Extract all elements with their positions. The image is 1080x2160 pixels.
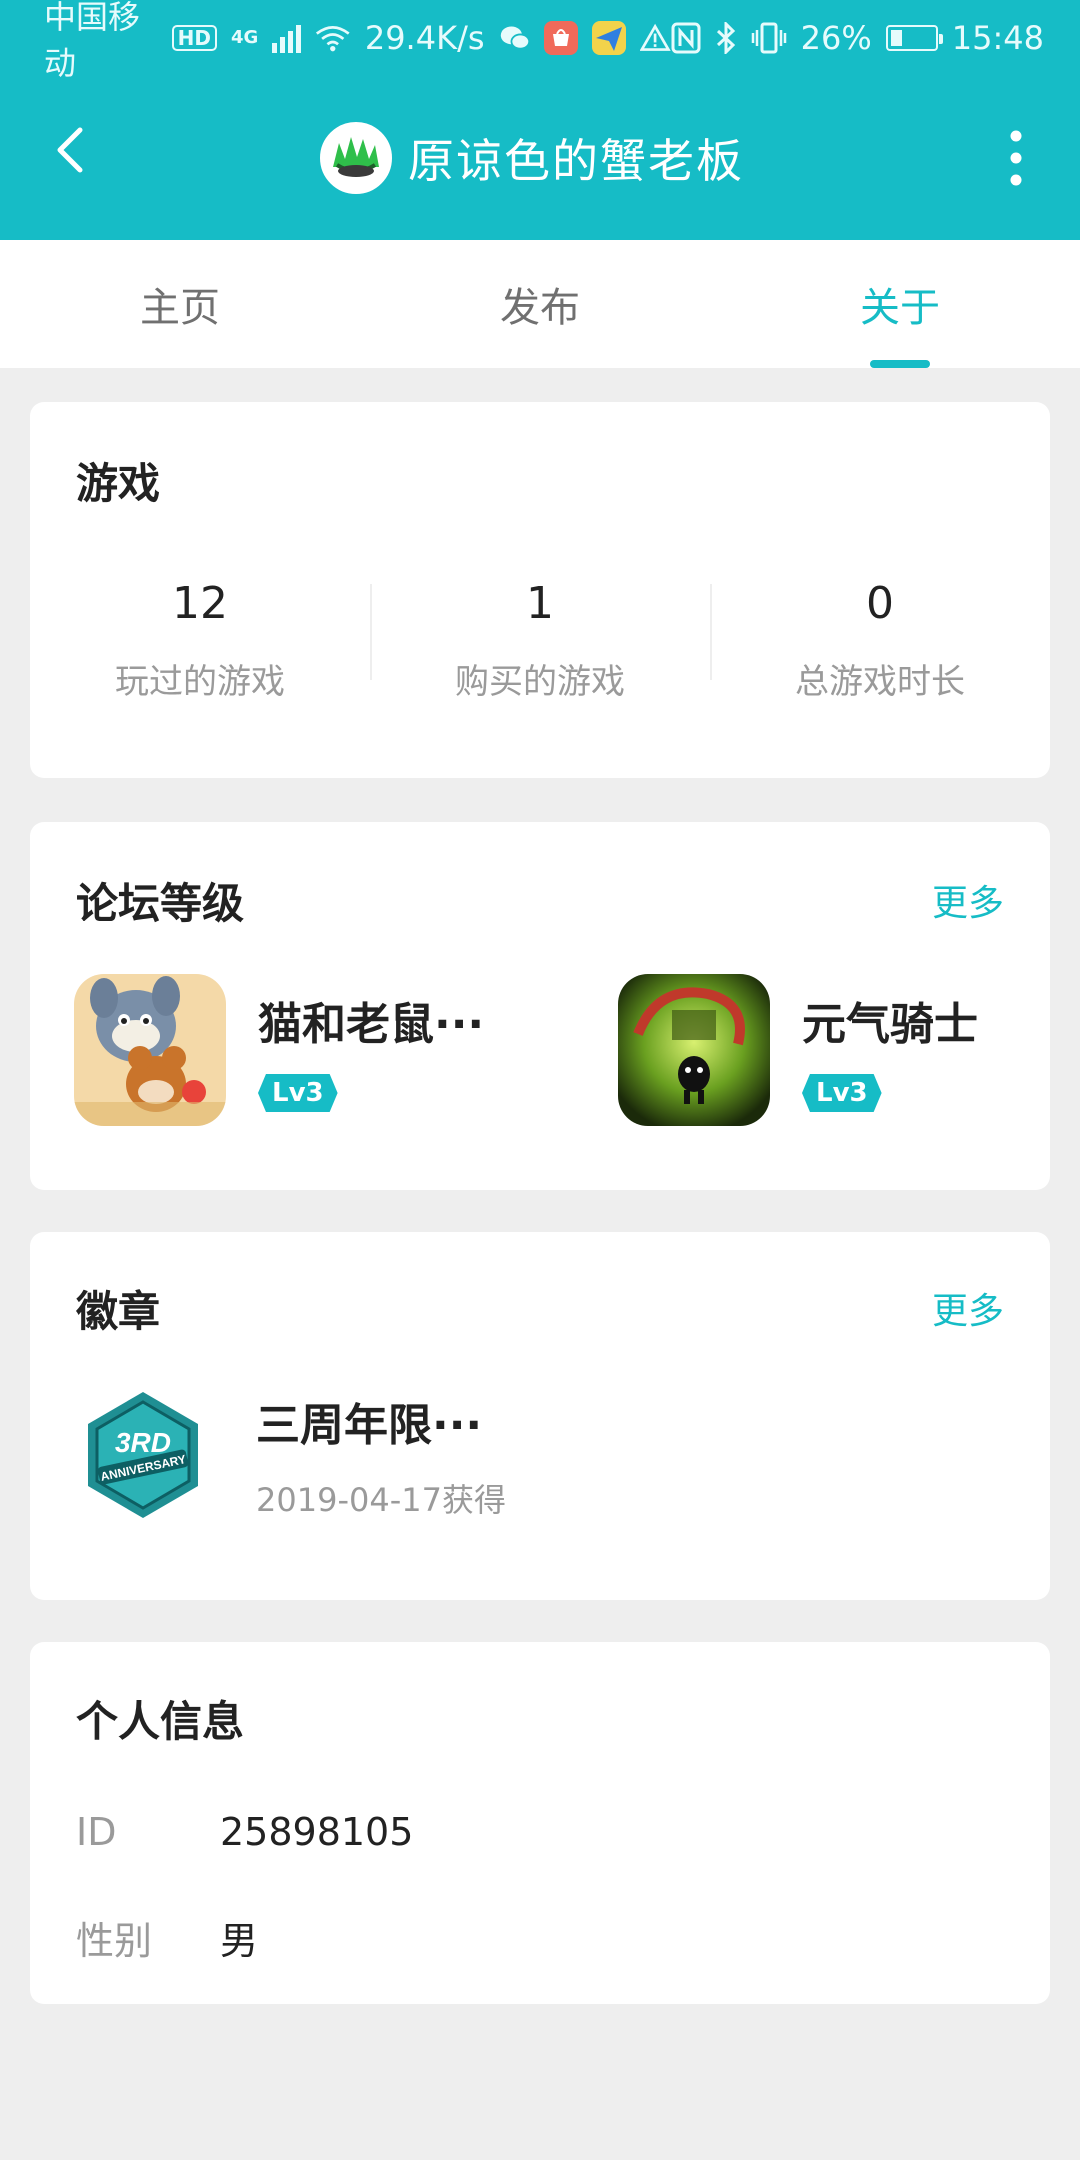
- stat-playtime-value: 0: [866, 578, 894, 629]
- shopping-bag-icon: [544, 21, 579, 55]
- stat-playtime[interactable]: 0 总游戏时长: [710, 572, 1050, 703]
- tab-posts-label: 发布: [500, 285, 580, 331]
- signal-icon: [272, 23, 302, 53]
- back-arrow-icon[interactable]: [40, 118, 104, 182]
- games-card-title: 游戏: [76, 459, 161, 508]
- forum-game-name: 猫和老鼠···: [258, 999, 485, 1050]
- battery-fill: [890, 30, 903, 46]
- info-value-gender: 男: [220, 1919, 259, 1963]
- svg-text:3RD: 3RD: [115, 1427, 171, 1458]
- warning-icon: [640, 23, 671, 51]
- info-label-id: ID: [76, 1810, 117, 1854]
- tab-home[interactable]: 主页: [0, 240, 360, 368]
- tab-posts[interactable]: 发布: [360, 240, 720, 368]
- forum-item-tom-and-jerry[interactable]: 猫和老鼠··· Lv3: [74, 974, 484, 1126]
- level-badge: Lv3: [802, 1074, 882, 1112]
- stat-purchased-value: 1: [526, 578, 554, 629]
- forum-item-info: 元气骑士 Lv3: [802, 988, 978, 1112]
- profile-tabs: 主页 发布 关于: [0, 240, 1080, 368]
- paper-plane-icon: [592, 21, 627, 55]
- info-row-id: ID 25898105: [76, 1810, 413, 1854]
- badges-more-link[interactable]: 更多: [932, 1282, 1004, 1334]
- nfc-icon: [671, 22, 701, 54]
- stat-played-label: 玩过的游戏: [115, 662, 285, 702]
- forum-item-soul-knight[interactable]: 元气骑士 Lv3: [618, 974, 978, 1126]
- anniversary-badge-icon: 3RD ANNIVERSARY: [88, 1392, 198, 1518]
- status-bar: 中国移动 HD 4G 29.4K/s 26% 15:48: [0, 0, 1080, 82]
- badge-name: 三周年限···: [256, 1400, 483, 1451]
- forum-card-title: 论坛等级: [76, 879, 245, 928]
- tab-about[interactable]: 关于: [720, 240, 1080, 368]
- info-row-gender: 性别 男: [76, 1910, 258, 1965]
- network-type: 4G: [231, 27, 259, 48]
- profile-title: 原谅色的蟹老板: [320, 120, 744, 196]
- status-bar-right: 26% 15:48: [671, 19, 1044, 57]
- status-bar-left: 中国移动 HD 4G 29.4K/s: [44, 0, 671, 84]
- soul-knight-game-icon: [618, 974, 770, 1126]
- personal-info-title: 个人信息: [76, 1697, 245, 1746]
- badge-info: 三周年限··· 2019-04-17获得: [256, 1389, 506, 1521]
- forum-level-card: 论坛等级 更多 猫和老鼠··· Lv3 元气骑士 Lv3: [30, 822, 1050, 1190]
- games-card: 游戏 12 玩过的游戏 1 购买的游戏 0 总游戏时长: [30, 402, 1050, 778]
- title-bar: 原谅色的蟹老板: [0, 76, 1080, 240]
- battery-percent: 26%: [800, 19, 872, 57]
- hd-badge: HD: [171, 25, 217, 51]
- level-badge: Lv3: [258, 1074, 338, 1112]
- tab-home-label: 主页: [140, 285, 220, 331]
- badge-item[interactable]: 3RD ANNIVERSARY 三周年限··· 2019-04-17获得: [76, 1388, 506, 1522]
- bluetooth-icon: [716, 22, 735, 54]
- forum-more-link[interactable]: 更多: [932, 874, 1004, 926]
- stat-played-value: 12: [172, 578, 228, 629]
- tab-about-label: 关于: [860, 285, 940, 331]
- clock: 15:48: [951, 19, 1044, 57]
- vibrate-icon: [751, 22, 786, 54]
- game-stats: 12 玩过的游戏 1 购买的游戏 0 总游戏时长: [30, 572, 1050, 703]
- avatar[interactable]: [320, 122, 392, 194]
- forum-game-name: 元气骑士: [802, 999, 978, 1050]
- info-label-gender: 性别: [76, 1919, 153, 1963]
- app-header: 中国移动 HD 4G 29.4K/s 26% 15:48 原谅色的蟹老板: [0, 0, 1080, 240]
- stat-playtime-label: 总游戏时长: [795, 662, 965, 702]
- badges-card: 徽章 更多 3RD ANNIVERSARY 三周年限··· 2019-04-17…: [30, 1232, 1050, 1600]
- battery-icon: [885, 25, 943, 51]
- wifi-icon: [316, 26, 350, 52]
- forum-item-info: 猫和老鼠··· Lv3: [258, 988, 484, 1112]
- page-title: 原谅色的蟹老板: [408, 134, 744, 188]
- carrier-label: 中国移动: [44, 0, 141, 82]
- wechat-icon: [500, 26, 530, 50]
- personal-info-card: 个人信息 ID 25898105 性别 男: [30, 1642, 1050, 2004]
- tom-and-jerry-game-icon: [74, 974, 226, 1126]
- stat-purchased[interactable]: 1 购买的游戏: [370, 572, 710, 703]
- badge-date: 2019-04-17获得: [256, 1481, 506, 1519]
- badges-card-title: 徽章: [76, 1287, 161, 1336]
- info-value-id: 25898105: [220, 1810, 414, 1854]
- network-speed: 29.4K/s: [364, 19, 485, 57]
- active-tab-indicator: [870, 360, 930, 368]
- stat-played[interactable]: 12 玩过的游戏: [30, 572, 370, 703]
- more-vertical-icon[interactable]: [1006, 126, 1026, 190]
- stat-purchased-label: 购买的游戏: [455, 662, 625, 702]
